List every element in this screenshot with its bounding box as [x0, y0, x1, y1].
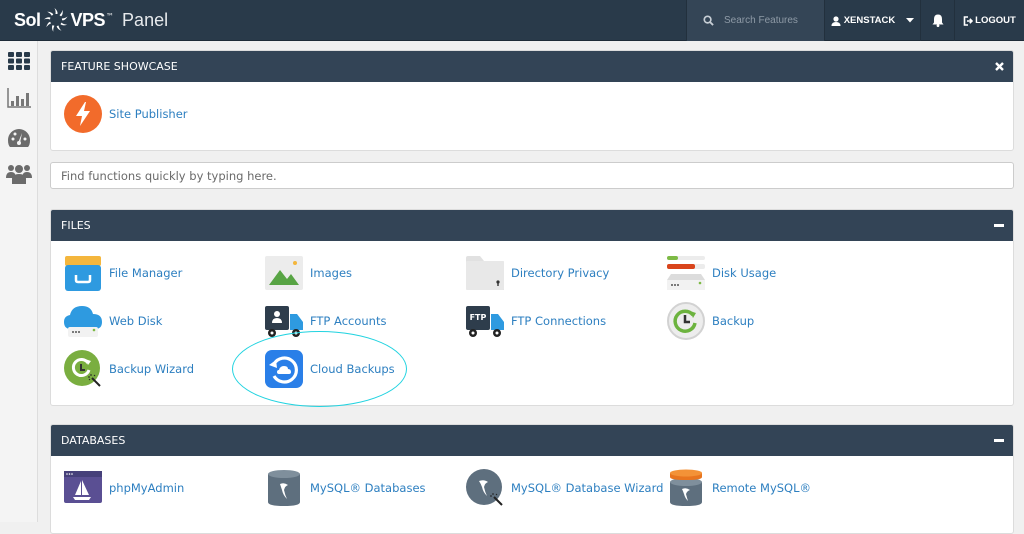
- brand-right: VPS: [70, 9, 106, 30]
- databases-panel: DATABASES phpMyAdmin MySQL® Databases My…: [50, 424, 1014, 534]
- logout-button[interactable]: LOGOUT: [954, 0, 1024, 41]
- directory-privacy-icon: [466, 256, 504, 290]
- sidebar-item-statistics[interactable]: [6, 85, 32, 111]
- site-publisher-label: Site Publisher: [109, 107, 188, 121]
- search-icon: [703, 15, 714, 26]
- files-item-images[interactable]: Images: [264, 253, 352, 293]
- databases-title: DATABASES: [61, 434, 126, 447]
- files-item-ftp-accounts[interactable]: FTP Accounts: [264, 301, 386, 341]
- phpmyadmin-icon: [64, 471, 102, 503]
- mysql-databases-label: MySQL® Databases: [310, 481, 426, 495]
- web-disk-label: Web Disk: [109, 314, 163, 328]
- svg-text:FTP: FTP: [470, 313, 487, 322]
- notifications-button[interactable]: [920, 0, 954, 41]
- feature-showcase-header: FEATURE SHOWCASE: [51, 51, 1013, 82]
- ftp-accounts-label: FTP Accounts: [310, 314, 387, 328]
- mysql-databases-icon: [268, 470, 300, 506]
- files-title: FILES: [61, 219, 91, 232]
- user-menu[interactable]: XENSTACK: [824, 0, 920, 41]
- databases-item-mysql-database-wizard[interactable]: MySQL® Database Wizard: [465, 468, 663, 508]
- bell-icon: [932, 14, 943, 27]
- databases-item-mysql-databases[interactable]: MySQL® Databases: [264, 468, 426, 508]
- users-icon: [6, 165, 32, 184]
- ftp-connections-label: FTP Connections: [511, 314, 607, 328]
- images-label: Images: [310, 266, 353, 280]
- files-item-file-manager[interactable]: File Manager: [63, 253, 182, 293]
- ftp-accounts-icon: [265, 306, 303, 337]
- caret-down-icon: [906, 18, 915, 23]
- quick-find-input[interactable]: [50, 162, 1014, 189]
- user-icon: [831, 15, 841, 26]
- backup-wizard-label: Backup Wizard: [109, 362, 195, 376]
- sidebar: [0, 41, 38, 522]
- feature-item-site-publisher[interactable]: Site Publisher: [63, 94, 188, 134]
- files-item-web-disk[interactable]: Web Disk: [63, 301, 162, 341]
- file-manager-label: File Manager: [109, 266, 183, 280]
- phpmyadmin-label: phpMyAdmin: [109, 481, 185, 495]
- collapse-databases-button[interactable]: [994, 425, 1004, 456]
- search-features-placeholder: Search Features: [724, 15, 798, 26]
- grid-icon: [8, 52, 30, 70]
- brand-left: Sol: [14, 9, 41, 30]
- file-manager-icon: [65, 256, 101, 291]
- files-item-backup[interactable]: Backup: [666, 301, 754, 341]
- backup-label: Backup: [712, 314, 755, 328]
- databases-header: DATABASES: [51, 425, 1013, 456]
- mysql-wizard-label: MySQL® Database Wizard: [511, 481, 664, 495]
- databases-item-phpmyadmin[interactable]: phpMyAdmin: [63, 468, 184, 508]
- files-item-backup-wizard[interactable]: Backup Wizard: [63, 349, 194, 389]
- close-icon: [995, 62, 1004, 71]
- files-item-ftp-connections[interactable]: FTP FTP Connections: [465, 301, 606, 341]
- feature-showcase-panel: FEATURE SHOWCASE Site Publisher: [50, 50, 1014, 151]
- bar-chart-icon: [7, 88, 31, 108]
- remote-mysql-label: Remote MySQL®: [712, 481, 812, 495]
- lightning-icon: [64, 95, 102, 133]
- feature-showcase-title: FEATURE SHOWCASE: [61, 60, 178, 73]
- disk-usage-icon: [667, 256, 705, 290]
- dashboard-gauge-icon: [8, 129, 30, 147]
- search-features[interactable]: Search Features: [686, 0, 824, 41]
- top-navbar: Sol VPS ™ Panel Search Features XENSTACK…: [0, 0, 1024, 41]
- ftp-connections-icon: FTP: [466, 306, 504, 337]
- brand-suffix: Panel: [122, 9, 169, 30]
- files-item-directory-privacy[interactable]: Directory Privacy: [465, 253, 609, 293]
- sidebar-item-users[interactable]: [6, 161, 32, 187]
- user-name: XENSTACK: [843, 15, 896, 26]
- brand-logo[interactable]: Sol VPS ™ Panel: [14, 6, 168, 34]
- cloud-backups-icon: [265, 350, 303, 388]
- backup-wizard-icon: [64, 350, 101, 387]
- databases-item-remote-mysql[interactable]: Remote MySQL®: [666, 468, 811, 508]
- web-disk-icon: [64, 306, 102, 337]
- remote-mysql-icon: [670, 469, 702, 506]
- brand-trademark: ™: [106, 11, 115, 21]
- files-panel: FILES File Manager Images Directory Priv…: [50, 209, 1014, 406]
- mysql-wizard-icon: [466, 469, 503, 506]
- close-showcase-button[interactable]: [995, 51, 1004, 82]
- directory-privacy-label: Directory Privacy: [511, 266, 610, 280]
- collapse-files-button[interactable]: [994, 210, 1004, 241]
- sun-logo-icon: [43, 8, 68, 32]
- minus-icon: [994, 224, 1004, 227]
- minus-icon: [994, 439, 1004, 442]
- disk-usage-label: Disk Usage: [712, 266, 777, 280]
- images-icon: [265, 256, 303, 290]
- logout-label: LOGOUT: [975, 15, 1016, 26]
- sidebar-item-dashboard[interactable]: [6, 125, 32, 151]
- files-item-cloud-backups[interactable]: Cloud Backups: [264, 349, 395, 389]
- sidebar-item-tools[interactable]: [6, 48, 32, 74]
- files-header: FILES: [51, 210, 1013, 241]
- backup-icon: [667, 302, 705, 340]
- files-item-disk-usage[interactable]: Disk Usage: [666, 253, 776, 293]
- cloud-backups-label: Cloud Backups: [310, 362, 395, 376]
- logout-icon: [963, 15, 974, 26]
